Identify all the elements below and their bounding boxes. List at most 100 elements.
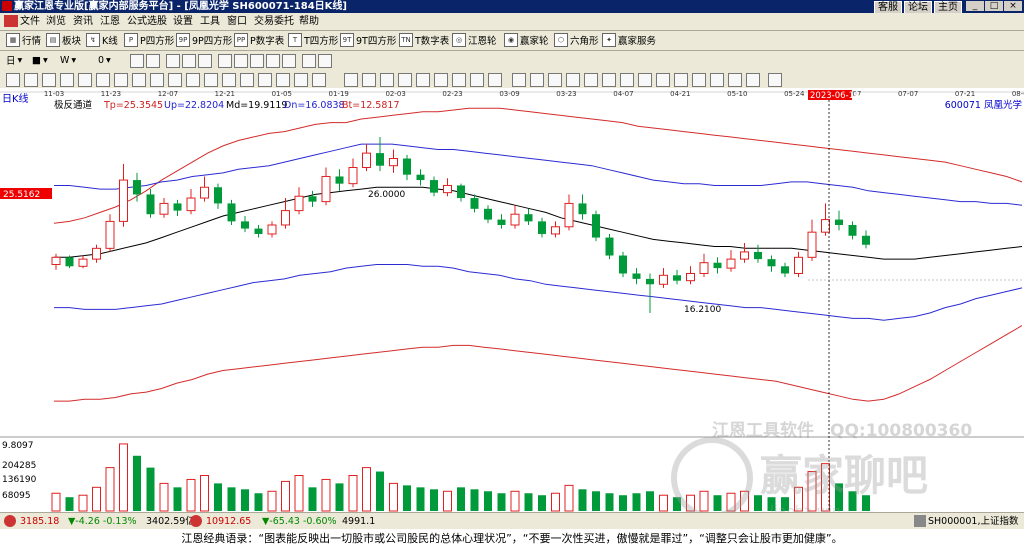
- gann-line-icon[interactable]: [240, 73, 254, 87]
- tool-p-square[interactable]: P P四方形: [124, 33, 174, 47]
- candle-body: [51, 256, 61, 266]
- draw-arrow-icon[interactable]: [566, 73, 580, 87]
- menu-gann[interactable]: 江恩: [100, 15, 120, 28]
- prev-bar-icon[interactable]: [146, 54, 160, 68]
- draw-infinity-icon[interactable]: [768, 73, 782, 87]
- draw-segment-icon[interactable]: [398, 73, 412, 87]
- gann-wave-icon[interactable]: [204, 73, 218, 87]
- menu-settings[interactable]: 设置: [173, 15, 193, 28]
- tool-winner-wheel[interactable]: ◉ 赢家轮: [504, 33, 549, 47]
- gann-spiral-icon[interactable]: [294, 73, 308, 87]
- tool-t-square[interactable]: T T四方形: [288, 33, 338, 47]
- menu-info[interactable]: 资讯: [73, 15, 93, 28]
- tool-9p-square[interactable]: 9P 9P四方形: [176, 33, 232, 47]
- chart-area[interactable]: 11-03 11-23 12-07 12-21 01-05 01-19 02-03 02-23…: [0, 88, 1024, 520]
- menu-window[interactable]: 窗口: [227, 15, 247, 28]
- wheel-icon: ◎: [452, 33, 466, 47]
- gann-square-icon[interactable]: [78, 73, 92, 87]
- candle-body: [713, 262, 722, 269]
- draw-bars-icon[interactable]: [512, 73, 526, 87]
- arrow-up-icon[interactable]: [302, 54, 316, 68]
- gann-arc-icon[interactable]: [114, 73, 128, 87]
- last-bar-icon[interactable]: [198, 54, 212, 68]
- draw-angle-icon[interactable]: [710, 73, 724, 87]
- draw-peak-icon[interactable]: [674, 73, 688, 87]
- gann-flag-icon[interactable]: [276, 73, 290, 87]
- draw-delete-icon[interactable]: [746, 73, 760, 87]
- draw-crosshair-icon[interactable]: [362, 73, 376, 87]
- gann-grid-icon[interactable]: [42, 73, 56, 87]
- index-code[interactable]: SH000001,上证指数: [928, 515, 1018, 528]
- stock-label: 600071 凤凰光学: [945, 99, 1022, 111]
- draw-pitch-icon[interactable]: [728, 73, 742, 87]
- draw-cycle-icon[interactable]: [584, 73, 598, 87]
- gann-channel-icon[interactable]: [222, 73, 236, 87]
- weight-select[interactable]: W ▾: [60, 53, 76, 67]
- gann-text-icon[interactable]: [312, 73, 326, 87]
- draw-ruler-icon[interactable]: [416, 73, 430, 87]
- tool-t-number[interactable]: TN T数字表: [399, 33, 449, 47]
- index-select-icon[interactable]: [914, 515, 926, 527]
- close-icon[interactable]: ×: [1004, 1, 1022, 11]
- draw-trend-icon[interactable]: [638, 73, 652, 87]
- tool-kline[interactable]: ↯ K线: [86, 33, 118, 47]
- draw-zigzag-icon[interactable]: [656, 73, 670, 87]
- diamond-up-icon[interactable]: [218, 54, 232, 68]
- menu-browse[interactable]: 浏览: [46, 15, 66, 28]
- draw-fan-icon[interactable]: [620, 73, 634, 87]
- gann-cycle-icon[interactable]: [150, 73, 164, 87]
- diamond-left-icon[interactable]: [250, 54, 264, 68]
- minimize-icon[interactable]: _: [966, 1, 984, 11]
- tool-sector[interactable]: ▤ 板块: [46, 33, 81, 47]
- draw-wave-icon[interactable]: [548, 73, 562, 87]
- gann-ray-icon[interactable]: [258, 73, 272, 87]
- draw-speed-icon[interactable]: [692, 73, 706, 87]
- rewind-icon[interactable]: [166, 54, 180, 68]
- tool-quote[interactable]: ▦ 行情: [6, 33, 41, 47]
- forward-icon[interactable]: [182, 54, 196, 68]
- tool-9t-square[interactable]: 9T 9T四方形: [340, 33, 396, 47]
- draw-mark-icon[interactable]: [434, 73, 448, 87]
- zero-select[interactable]: 0 ▾: [98, 53, 111, 67]
- gann-angle-icon[interactable]: [96, 73, 110, 87]
- menu-tools[interactable]: 工具: [200, 15, 220, 28]
- period-select[interactable]: 日 ▾: [6, 53, 22, 68]
- price-axis-label: 25.5162: [3, 190, 40, 200]
- tool-gann-wheel[interactable]: ◎ 江恩轮: [452, 33, 497, 47]
- diamond-icon[interactable]: [282, 54, 296, 68]
- arrow-down-icon[interactable]: [318, 54, 332, 68]
- tool-t-number-label: T数字表: [415, 36, 450, 47]
- draw-ellipse-icon[interactable]: [470, 73, 484, 87]
- gann-time-icon[interactable]: [168, 73, 182, 87]
- gann-circle-icon[interactable]: [132, 73, 146, 87]
- gann-tool-icon[interactable]: [6, 73, 20, 87]
- tool-p-number[interactable]: PP P数字表: [234, 33, 284, 47]
- menu-help[interactable]: 帮助: [299, 15, 319, 28]
- gann-price-icon[interactable]: [186, 73, 200, 87]
- draw-rect-icon[interactable]: [452, 73, 466, 87]
- draw-period-icon[interactable]: [530, 73, 544, 87]
- diamond-right-icon[interactable]: [266, 54, 280, 68]
- menu-app-icon[interactable]: [4, 15, 18, 27]
- candle-body: [619, 255, 627, 274]
- menu-formula[interactable]: 公式选股: [127, 15, 167, 28]
- tool-hexagon[interactable]: ⬡ 六角形: [554, 33, 599, 47]
- kline-chart[interactable]: 11-03 11-23 12-07 12-21 01-05 01-19 02-03 02-23…: [0, 88, 1024, 520]
- draw-parallel-icon[interactable]: [602, 73, 616, 87]
- diamond-down-icon[interactable]: [234, 54, 248, 68]
- window-controls: _ □ ×: [966, 1, 1022, 11]
- menu-file[interactable]: 文件: [20, 15, 40, 28]
- draw-line-icon[interactable]: [380, 73, 394, 87]
- menu-trade[interactable]: 交易委托: [254, 15, 294, 28]
- maximize-icon[interactable]: □: [985, 1, 1003, 11]
- candle-body: [551, 226, 560, 235]
- watermark-brand: 赢家聊吧: [760, 451, 928, 500]
- tool-service[interactable]: ✦ 赢家服务: [602, 33, 656, 47]
- style-select[interactable]: ■ ▾: [32, 53, 48, 67]
- first-bar-icon[interactable]: [130, 54, 144, 68]
- sz-index-icon: [190, 515, 202, 527]
- gann-fan-icon[interactable]: [24, 73, 38, 87]
- draw-fib-icon[interactable]: [488, 73, 502, 87]
- gann-box-icon[interactable]: [60, 73, 74, 87]
- draw-pointer-icon[interactable]: [344, 73, 358, 87]
